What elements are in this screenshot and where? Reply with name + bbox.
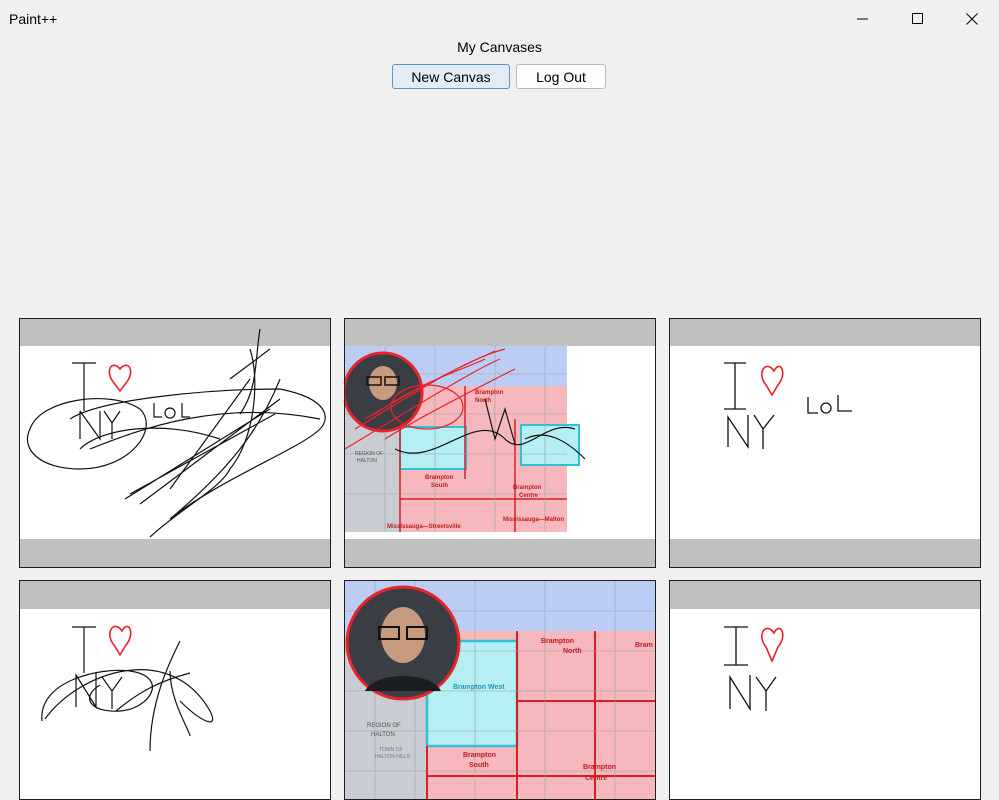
canvas-thumbnail: Brampton North Brampton South Brampton C…: [345, 346, 586, 532]
canvas-card-4[interactable]: [19, 580, 331, 800]
logout-button[interactable]: Log Out: [516, 64, 606, 89]
map-label: Mississauga—Malton: [503, 517, 564, 523]
map-label: Brampton: [541, 638, 574, 645]
map-label: Brampton: [463, 752, 496, 759]
map-label: Centre: [519, 493, 539, 499]
map-label: Brampton: [513, 485, 542, 491]
minimize-button[interactable]: [836, 0, 890, 38]
map-label: TOWN OF: [379, 747, 403, 753]
canvas-thumbnail: [26, 328, 326, 538]
canvas-card-3[interactable]: [669, 318, 981, 568]
page-heading: My Canvases: [457, 39, 542, 55]
canvas-thumbnail: Brampton North Bram Brampton West Brampt…: [345, 581, 655, 799]
canvas-card-5[interactable]: Brampton North Bram Brampton West Brampt…: [344, 580, 656, 800]
map-label: Brampton: [583, 764, 616, 771]
title-bar: Paint++: [0, 0, 999, 38]
close-icon: [966, 13, 978, 25]
map-label: HALTON: [357, 458, 377, 464]
canvas-card-2[interactable]: Brampton North Brampton South Brampton C…: [344, 318, 656, 568]
app-title: Paint++: [9, 11, 58, 27]
map-label: REGION OF: [355, 451, 383, 457]
maximize-icon: [912, 13, 923, 24]
map-label: HALTON: [371, 732, 395, 738]
map-label: Bram: [635, 642, 653, 649]
map-label: Brampton West: [453, 684, 505, 691]
canvas-card-6[interactable]: [669, 580, 981, 800]
map-label: Brampton: [425, 475, 454, 481]
map-label: HALTON HILLS: [375, 754, 411, 760]
maximize-button[interactable]: [891, 0, 945, 38]
minimize-icon: [857, 18, 868, 20]
map-label: South: [431, 483, 448, 489]
map-label: REGION OF: [367, 723, 401, 729]
map-label: South: [469, 762, 489, 769]
canvas-card-1[interactable]: [19, 318, 331, 568]
canvas-thumbnail: [724, 362, 852, 450]
map-label: Brampton: [475, 390, 504, 396]
canvas-thumbnail: [41, 625, 214, 752]
canvas-thumbnail: [724, 626, 784, 712]
map-label: North: [475, 398, 491, 404]
map-label: Centre: [585, 775, 607, 782]
new-canvas-button[interactable]: New Canvas: [392, 64, 510, 89]
close-button[interactable]: [945, 0, 999, 38]
map-label: North: [563, 648, 582, 655]
map-label: Mississauga—Streetsville: [387, 524, 461, 530]
